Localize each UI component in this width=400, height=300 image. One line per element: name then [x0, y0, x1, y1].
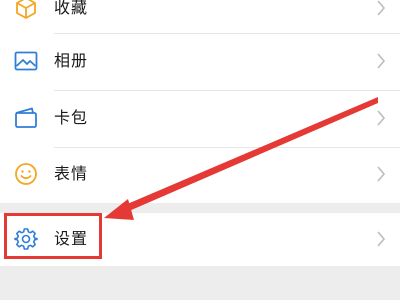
menu-item-album[interactable]: 相册	[0, 34, 400, 91]
chevron-right-icon	[376, 53, 386, 69]
chevron-right-icon	[376, 166, 386, 182]
card-wallet-icon	[14, 106, 38, 130]
menu-item-label: 收藏	[54, 0, 89, 17]
menu-group-main: 收藏 相册 卡包 表情	[0, 0, 400, 203]
menu-item-label: 相册	[54, 51, 89, 70]
cube-favorites-icon	[14, 0, 38, 20]
gear-icon	[14, 227, 38, 251]
chevron-right-icon	[376, 231, 386, 247]
menu-group-settings: 设置	[0, 213, 400, 266]
menu-item-label: 表情	[54, 164, 89, 183]
chevron-right-icon	[376, 0, 386, 16]
menu-item-emoji[interactable]: 表情	[0, 148, 400, 205]
photo-album-icon	[14, 49, 38, 73]
menu-item-label: 设置	[54, 229, 89, 248]
chevron-right-icon	[376, 110, 386, 126]
menu-item-settings[interactable]: 设置	[0, 213, 400, 266]
smiley-emoji-icon	[14, 162, 38, 186]
menu-item-favorites[interactable]: 收藏	[0, 0, 400, 35]
menu-item-label: 卡包	[54, 108, 89, 127]
menu-item-card-wallet[interactable]: 卡包	[0, 91, 400, 148]
